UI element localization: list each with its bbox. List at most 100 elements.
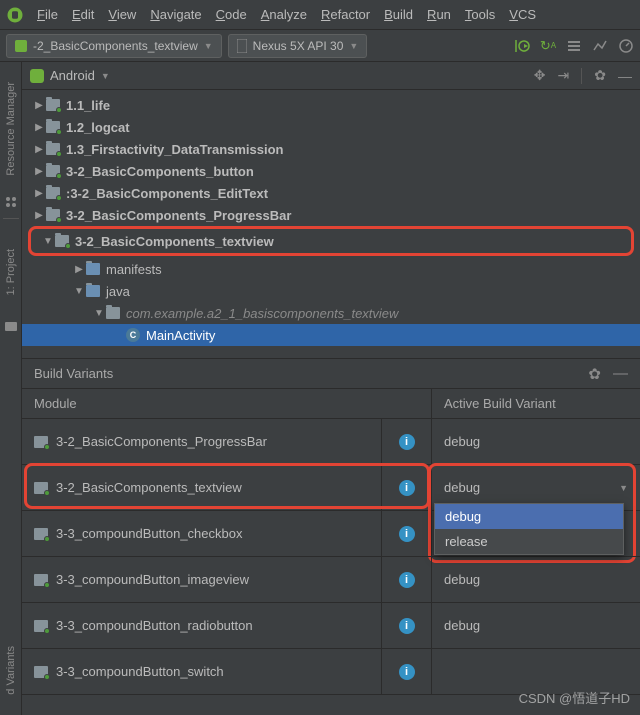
info-icon: i [399, 480, 415, 496]
build-variants-columns: Module Active Build Variant [22, 389, 640, 419]
module-folder-icon [46, 165, 60, 177]
module-name: 3-2_BasicComponents_textview [56, 480, 381, 495]
expand-arrow-icon[interactable]: ▶ [32, 144, 46, 155]
dropdown-option[interactable]: release [435, 529, 623, 554]
gear-icon[interactable]: ✿ [594, 67, 606, 84]
info-icon: i [399, 434, 415, 450]
tree-node[interactable]: ▶ 1.1_life [22, 94, 640, 116]
menu-code[interactable]: Code [209, 7, 254, 22]
build-variant-row: 3-2_BasicComponents_ProgressBar i debug [22, 419, 640, 465]
menu-run[interactable]: Run [420, 7, 458, 22]
info-icon: i [399, 572, 415, 588]
expand-arrow-icon[interactable]: ▶ [32, 122, 46, 133]
tree-node-label: 3-2_BasicComponents_textview [75, 234, 274, 249]
run-with-coverage-icon[interactable] [514, 38, 530, 54]
info-icon: i [399, 618, 415, 634]
tree-node-label: MainActivity [146, 328, 215, 343]
collapse-icon[interactable]: ⇥ [558, 67, 570, 84]
resource-manager-tab[interactable]: Resource Manager [5, 82, 17, 176]
locate-icon[interactable]: ✥ [534, 67, 546, 84]
package-folder-icon [106, 307, 120, 319]
module-name: 3-3_compoundButton_switch [56, 664, 381, 679]
tree-node[interactable]: ▶ :3-2_BasicComponents_EditText [22, 182, 640, 204]
tree-node-class[interactable]: C MainActivity [22, 324, 640, 346]
variant-dropdown[interactable]: debugrelease [434, 503, 624, 555]
project-view-selector[interactable]: Android [50, 68, 95, 83]
module-folder-icon [46, 99, 60, 111]
chevron-down-icon: ▼ [619, 483, 628, 493]
module-column-header: Module [22, 389, 432, 418]
project-tree: ▶ 1.1_life ▶1.2_logcat▶1.3_Firstactivity_D… [22, 90, 640, 358]
module-name: 3-2_BasicComponents_ProgressBar [56, 434, 381, 449]
tree-node[interactable]: ▶1.3_Firstactivity_DataTransmission [22, 138, 640, 160]
menu-analyze[interactable]: Analyze [254, 7, 314, 22]
build-variants-tab[interactable]: d Variants [5, 646, 17, 695]
sync-icon[interactable]: ↻A [540, 38, 556, 54]
info-button[interactable]: i [381, 419, 431, 464]
gear-icon[interactable]: ✿ [588, 365, 601, 383]
expand-arrow-icon[interactable]: ▶ [72, 264, 86, 275]
module-folder-icon [46, 187, 60, 199]
tree-node[interactable]: ▼ java [22, 280, 640, 302]
tree-node-label: java [106, 284, 130, 299]
minimize-icon[interactable]: — [613, 365, 628, 383]
tree-node[interactable]: ▶manifests [22, 258, 640, 280]
folder-icon [86, 263, 100, 275]
menu-edit[interactable]: Edit [65, 7, 101, 22]
expand-arrow-icon[interactable]: ▶ [32, 100, 46, 111]
tree-node-label: 3-2_BasicComponents_button [66, 164, 254, 179]
variant-cell[interactable]: debug [432, 557, 640, 602]
android-studio-logo [6, 6, 24, 24]
expand-arrow-icon[interactable]: ▼ [92, 308, 106, 319]
expand-arrow-icon[interactable]: ▼ [41, 236, 55, 247]
minimize-icon[interactable]: — [618, 68, 632, 84]
module-folder-icon [46, 209, 60, 221]
tree-node-highlighted[interactable]: ▼ 3-2_BasicComponents_textview [31, 230, 631, 252]
stack-icon[interactable] [566, 38, 582, 54]
menu-tools[interactable]: Tools [458, 7, 502, 22]
info-button[interactable]: i [381, 603, 431, 648]
tree-node-label: 1.1_life [66, 98, 110, 113]
tree-node-label: 3-2_BasicComponents_ProgressBar [66, 208, 291, 223]
module-folder-icon [46, 121, 60, 133]
gauge-icon[interactable] [618, 38, 634, 54]
tree-node[interactable]: ▼com.example.a2_1_basiscomponents_textvi… [22, 302, 640, 324]
expand-arrow-icon[interactable]: ▶ [32, 210, 46, 221]
chevron-down-icon: ▼ [349, 41, 358, 51]
android-icon [30, 69, 44, 83]
dropdown-option[interactable]: debug [435, 504, 623, 529]
info-button[interactable]: i [381, 511, 431, 556]
profiler-icon[interactable] [592, 38, 608, 54]
module-folder-icon [34, 620, 48, 632]
tree-highlight: ▼ 3-2_BasicComponents_textview [28, 226, 634, 256]
tree-node[interactable]: ▶1.2_logcat [22, 116, 640, 138]
project-tab[interactable]: 1: Project [5, 249, 17, 295]
variant-cell[interactable]: debug [432, 603, 640, 648]
menu-view[interactable]: View [101, 7, 143, 22]
expand-arrow-icon[interactable]: ▶ [32, 188, 46, 199]
expand-arrow-icon[interactable]: ▼ [72, 286, 86, 297]
run-config-selector[interactable]: -2_BasicComponents_textview ▼ [6, 34, 222, 58]
info-icon: i [399, 526, 415, 542]
info-button[interactable]: i [381, 649, 431, 694]
folder-icon [5, 319, 17, 331]
variant-cell[interactable]: debug [432, 419, 640, 464]
class-icon: C [126, 328, 140, 342]
info-button[interactable]: i [381, 557, 431, 602]
expand-arrow-icon[interactable]: ▶ [32, 166, 46, 177]
info-button[interactable]: i [381, 465, 431, 510]
build-variants-title: Build Variants [34, 366, 113, 381]
tree-node-label: :3-2_BasicComponents_EditText [66, 186, 268, 201]
tree-node[interactable]: ▶ 3-2_BasicComponents_button [22, 160, 640, 182]
module-folder-icon [34, 666, 48, 678]
watermark: CSDN @悟道子HD [519, 688, 630, 707]
menu-file[interactable]: File [30, 7, 65, 22]
menu-build[interactable]: Build [377, 7, 420, 22]
device-selector[interactable]: Nexus 5X API 30 ▼ [228, 34, 368, 58]
build-variants-header: Build Variants ✿ — [22, 359, 640, 389]
chevron-down-icon: ▼ [204, 41, 213, 51]
menu-navigate[interactable]: Navigate [143, 7, 208, 22]
menu-vcs[interactable]: VCS [502, 7, 543, 22]
tree-node[interactable]: ▶ 3-2_BasicComponents_ProgressBar [22, 204, 640, 226]
menu-refactor[interactable]: Refactor [314, 7, 377, 22]
